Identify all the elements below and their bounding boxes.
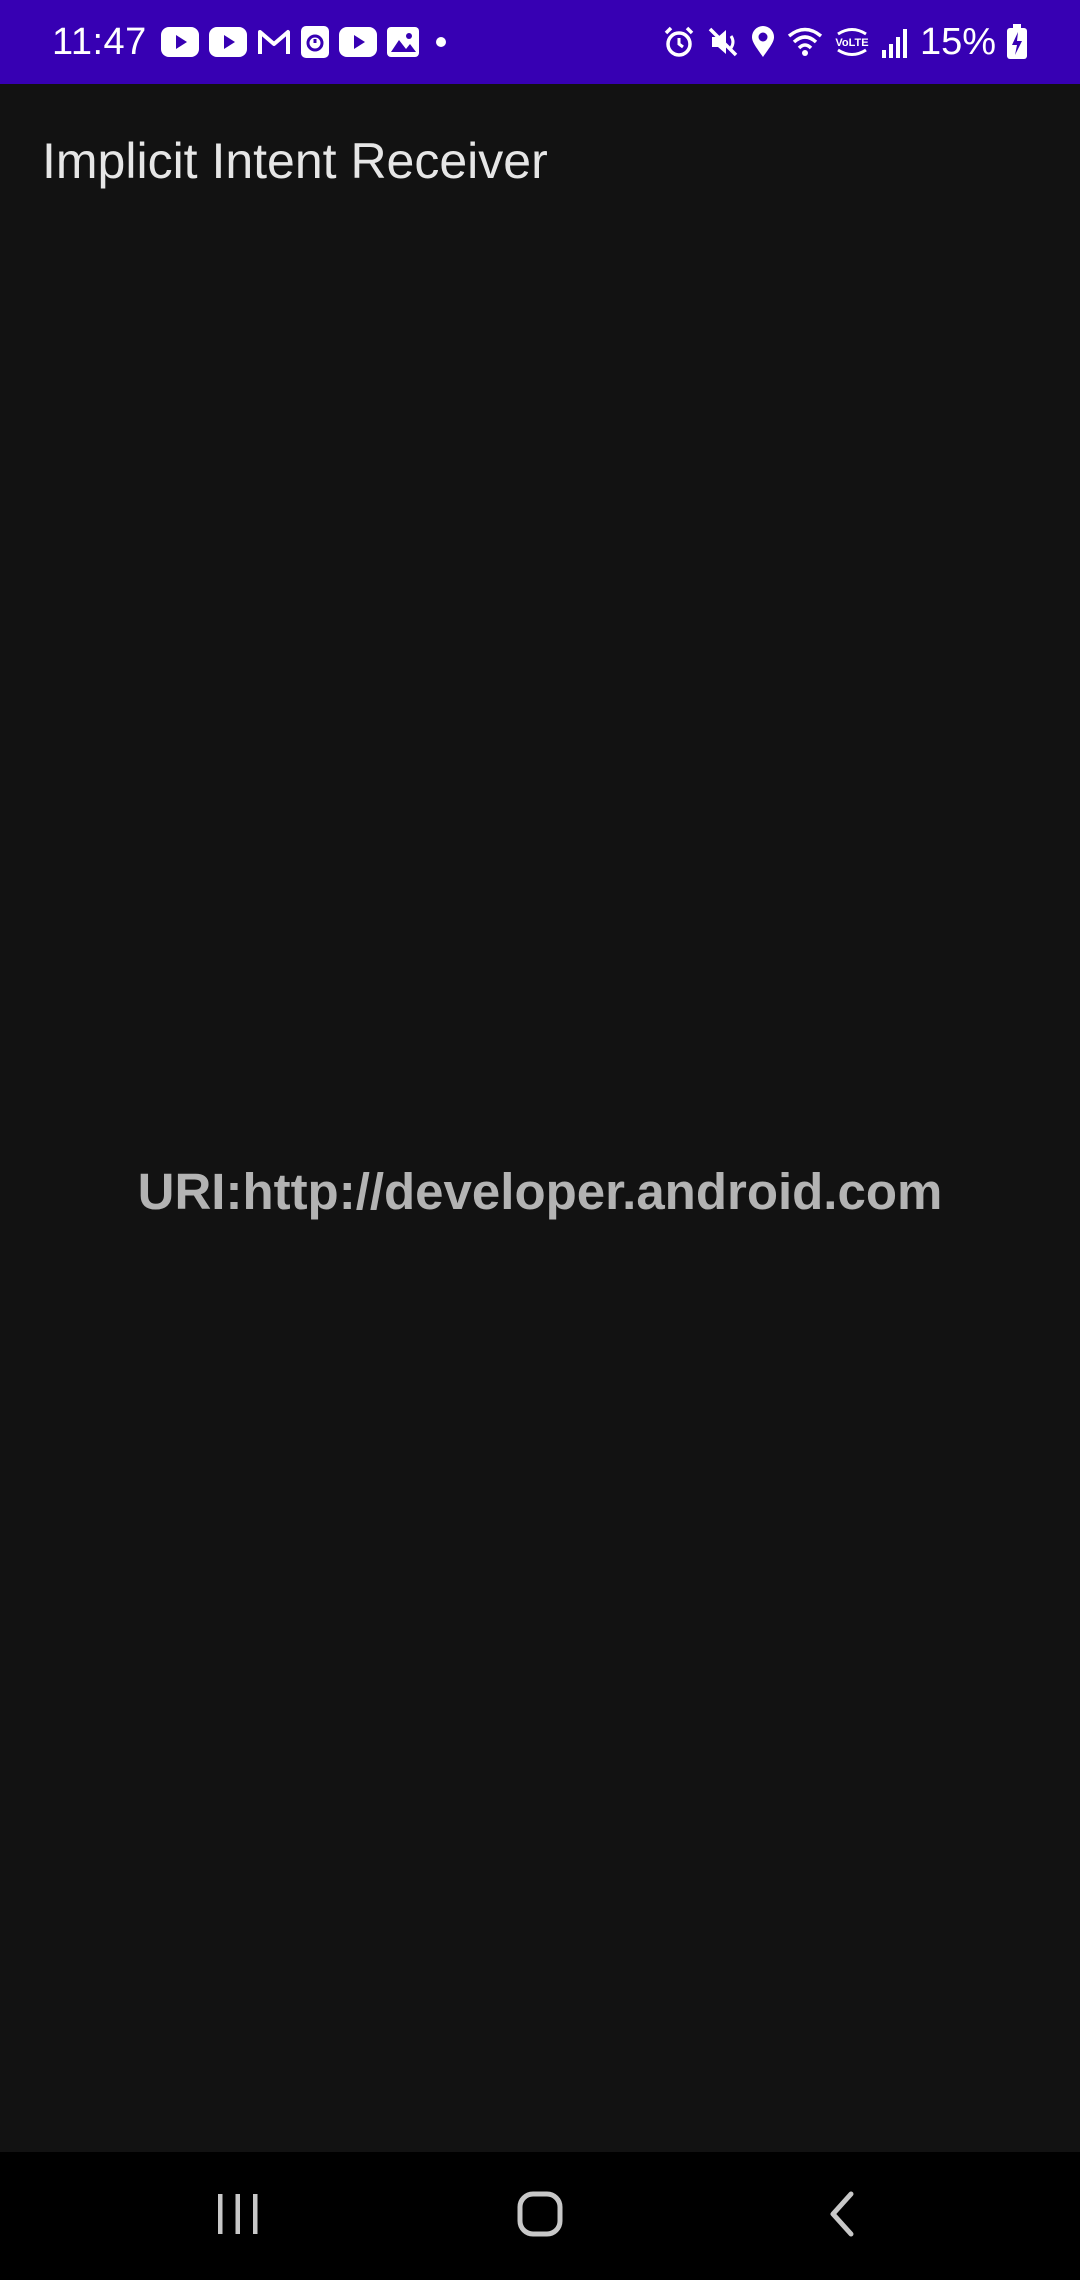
back-button[interactable] [742,2152,942,2280]
volte-icon: VoLTE [834,25,870,59]
system-icons: VoLTE 15% [652,21,1028,64]
gallery-icon [386,27,419,57]
uri-text: URI:http://developer.android.com [137,1163,943,1220]
notification-icons [160,26,463,58]
recent-apps-icon [215,2192,261,2241]
status-bar: 11:47 VoLTE 15% [0,0,1080,84]
recent-apps-button[interactable] [138,2152,338,2280]
status-time: 11:47 [52,20,147,63]
youtube-icon [338,27,377,57]
more-dot-icon [429,27,453,57]
alarm-icon [662,25,696,59]
home-button[interactable] [440,2152,640,2280]
battery-charging-icon [1006,24,1028,60]
calendar-icon [300,26,329,58]
battery-percent: 15% [919,20,996,63]
app-content: Implicit Intent Receiver URI:http://deve… [0,84,1080,2152]
signal-icon [880,26,910,58]
back-icon [825,2190,859,2243]
svg-text:VoLTE: VoLTE [835,37,868,49]
app-title: Implicit Intent Receiver [42,133,548,189]
home-icon [516,2190,564,2243]
youtube-icon [208,27,247,57]
gmail-icon [257,28,291,56]
mute-icon [706,25,740,59]
youtube-icon [160,27,199,57]
location-icon [750,25,776,59]
wifi-icon [786,25,824,59]
navigation-bar [0,2152,1080,2280]
